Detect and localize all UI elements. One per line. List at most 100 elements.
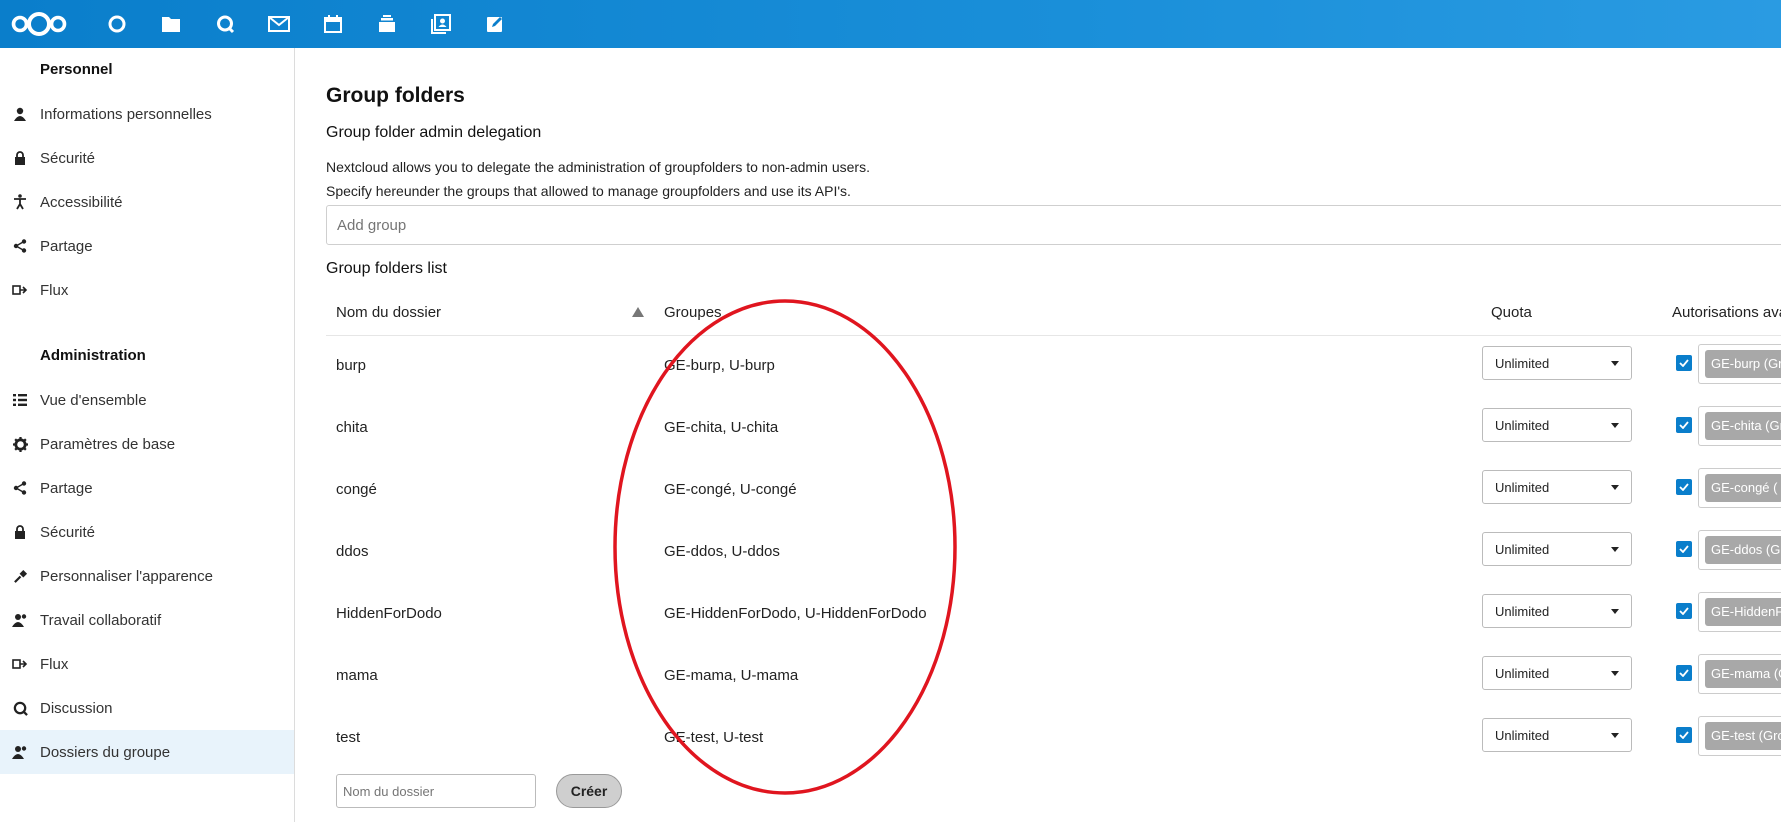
quota-select[interactable]: Unlimited (1482, 656, 1632, 690)
sidebar-item-groupware[interactable]: Travail collaboratif (0, 598, 294, 642)
column-header-name[interactable]: Nom du dossier (336, 304, 441, 321)
accessibility-icon (0, 180, 40, 224)
permissions-select[interactable]: GE-burp (Gr (1698, 344, 1781, 384)
sidebar-item-security-admin[interactable]: Sécurité (0, 510, 294, 554)
dashboard-icon[interactable] (90, 0, 144, 48)
quota-value: Unlimited (1495, 417, 1550, 433)
admin-heading: Administration (40, 347, 146, 364)
share-icon (0, 466, 40, 510)
folder-groups[interactable]: GE-ddos, U-ddos (664, 543, 780, 560)
sidebar-item-activity-personal[interactable]: Flux (0, 268, 294, 312)
create-folder-button[interactable]: Créer (556, 774, 622, 808)
add-group-input[interactable] (326, 205, 1781, 245)
permissions-select[interactable]: GE-mama (G (1698, 654, 1781, 694)
permission-chip: GE-chita (Gr (1705, 412, 1781, 440)
user-group-icon (0, 598, 40, 642)
sidebar-item-activity-admin[interactable]: Flux (0, 642, 294, 686)
folder-name[interactable]: congé (336, 481, 377, 498)
quota-value: Unlimited (1495, 479, 1550, 495)
folder-name[interactable]: ddos (336, 543, 369, 560)
new-folder-name-input[interactable] (336, 774, 536, 808)
mail-icon[interactable] (252, 0, 306, 48)
sidebar-item-basic-settings[interactable]: Paramètres de base (0, 422, 294, 466)
permission-chip: GE-congé ( (1705, 474, 1781, 502)
table-row: ddos GE-ddos, U-ddos Unlimited GE-ddos (… (326, 522, 1781, 584)
sidebar-item-sharing-personal[interactable]: Partage (0, 224, 294, 268)
sort-ascending-icon[interactable] (632, 307, 644, 317)
folder-name[interactable]: HiddenForDodo (336, 605, 442, 622)
folder-name[interactable]: burp (336, 357, 366, 374)
folder-groups[interactable]: GE-HiddenForDodo, U-HiddenForDodo (664, 605, 927, 622)
permissions-select[interactable]: GE-HiddenF (1698, 592, 1781, 632)
files-icon[interactable] (144, 0, 198, 48)
sidebar-item-label: Partage (40, 479, 93, 497)
folder-name[interactable]: chita (336, 419, 368, 436)
permission-chip: GE-burp (Gr (1705, 350, 1781, 378)
permission-chip: GE-ddos (G (1705, 536, 1781, 564)
column-header-quota[interactable]: Quota (1491, 304, 1532, 321)
column-header-groups[interactable]: Groupes (664, 304, 722, 321)
talk-icon[interactable] (198, 0, 252, 48)
sidebar-item-overview[interactable]: Vue d'ensemble (0, 378, 294, 422)
column-header-permissions[interactable]: Autorisations ava (1672, 304, 1781, 321)
sidebar-item-accessibility[interactable]: Accessibilité (0, 180, 294, 224)
advanced-permissions-checkbox[interactable] (1676, 417, 1692, 433)
deck-icon[interactable] (360, 0, 414, 48)
list-icon (0, 378, 40, 422)
sidebar-item-theming[interactable]: Personnaliser l'apparence (0, 554, 294, 598)
advanced-permissions-checkbox[interactable] (1676, 603, 1692, 619)
calendar-icon[interactable] (306, 0, 360, 48)
quota-select[interactable]: Unlimited (1482, 408, 1632, 442)
folder-groups[interactable]: GE-burp, U-burp (664, 357, 775, 374)
sidebar-item-personal-info[interactable]: Informations personnelles (0, 92, 294, 136)
sidebar-item-sharing-admin[interactable]: Partage (0, 466, 294, 510)
advanced-permissions-checkbox[interactable] (1676, 355, 1692, 371)
quota-value: Unlimited (1495, 541, 1550, 557)
permissions-select[interactable]: GE-congé ( (1698, 468, 1781, 508)
permissions-select[interactable]: GE-test (Gro (1698, 716, 1781, 756)
sidebar-item-label: Dossiers du groupe (40, 743, 171, 761)
permissions-select[interactable]: GE-ddos (G (1698, 530, 1781, 570)
folder-groups[interactable]: GE-chita, U-chita (664, 419, 778, 436)
sidebar-item-group-folders[interactable]: Dossiers du groupe (0, 730, 294, 774)
notes-icon[interactable] (468, 0, 522, 48)
sidebar-item-label: Sécurité (40, 523, 96, 541)
advanced-permissions-checkbox[interactable] (1676, 541, 1692, 557)
folder-name[interactable]: test (336, 729, 360, 746)
chevron-down-icon (1611, 361, 1619, 366)
sidebar-item-talk[interactable]: Discussion (0, 686, 294, 730)
quota-select[interactable]: Unlimited (1482, 532, 1632, 566)
folder-groups[interactable]: GE-test, U-test (664, 729, 763, 746)
folder-groups[interactable]: GE-mama, U-mama (664, 667, 798, 684)
quota-value: Unlimited (1495, 727, 1550, 743)
sidebar-item-label: Personnaliser l'apparence (40, 567, 213, 585)
chevron-down-icon (1611, 733, 1619, 738)
chevron-down-icon (1611, 609, 1619, 614)
user-icon (0, 92, 40, 136)
quota-select[interactable]: Unlimited (1482, 470, 1632, 504)
advanced-permissions-checkbox[interactable] (1676, 479, 1692, 495)
contacts-icon[interactable] (414, 0, 468, 48)
quota-select[interactable]: Unlimited (1482, 594, 1632, 628)
quota-select[interactable]: Unlimited (1482, 346, 1632, 380)
permissions-select[interactable]: GE-chita (Gr (1698, 406, 1781, 446)
folder-name[interactable]: mama (336, 667, 378, 684)
advanced-permissions-checkbox[interactable] (1676, 727, 1692, 743)
quota-value: Unlimited (1495, 603, 1550, 619)
chevron-down-icon (1611, 485, 1619, 490)
sidebar-item-security-personal[interactable]: Sécurité (0, 136, 294, 180)
permission-chip: GE-HiddenF (1705, 598, 1781, 626)
quota-select[interactable]: Unlimited (1482, 718, 1632, 752)
table-row: chita GE-chita, U-chita Unlimited GE-chi… (326, 398, 1781, 460)
folder-groups[interactable]: GE-congé, U-congé (664, 481, 797, 498)
sidebar-item-label: Travail collaboratif (40, 611, 162, 629)
share-icon (0, 224, 40, 268)
table-row: test GE-test, U-test Unlimited GE-test (… (326, 708, 1781, 770)
lock-icon (0, 510, 40, 554)
nextcloud-logo[interactable] (8, 0, 70, 48)
quota-value: Unlimited (1495, 665, 1550, 681)
talk-icon (0, 686, 40, 730)
table-row: burp GE-burp, U-burp Unlimited GE-burp (… (326, 336, 1781, 398)
advanced-permissions-checkbox[interactable] (1676, 665, 1692, 681)
sidebar-item-label: Discussion (40, 699, 113, 717)
